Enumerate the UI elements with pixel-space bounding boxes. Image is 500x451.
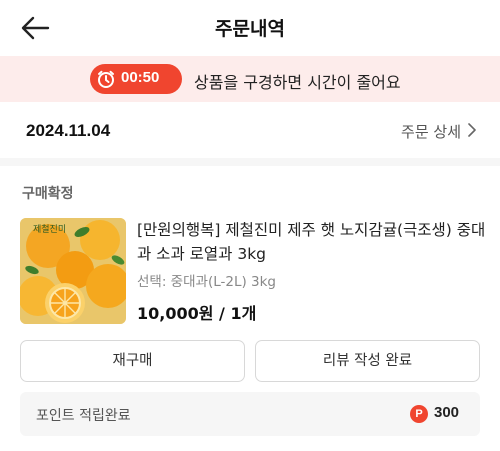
order-detail-label: 주문 상세 bbox=[401, 123, 461, 141]
timer-pill: 00:50 bbox=[90, 64, 182, 94]
banner-message: 상품을 구경하면 시간이 줄어요 bbox=[194, 73, 401, 92]
section-divider bbox=[0, 158, 500, 166]
points-label: 포인트 적립완료 bbox=[36, 408, 131, 424]
order-date: 2024.11.04 bbox=[26, 121, 111, 140]
rebuy-button[interactable]: 재구매 bbox=[20, 340, 245, 382]
stopwatch-icon bbox=[98, 70, 114, 88]
page-title: 주문내역 bbox=[215, 18, 285, 40]
product-name[interactable]: [만원의행복] 제철진미 제주 햇 노지감귤(극조생) 중대과 소과 로열과 3… bbox=[137, 218, 487, 266]
product-image-text: 제철진미 bbox=[33, 224, 66, 235]
points-box: 포인트 적립완료 P 300 bbox=[20, 392, 480, 436]
order-detail-link[interactable]: 주문 상세 bbox=[401, 121, 476, 142]
points-icon: P bbox=[410, 405, 428, 423]
timer-banner[interactable]: 00:50 상품을 구경하면 시간이 줄어요 bbox=[0, 56, 500, 102]
order-status: 구매확정 bbox=[22, 186, 74, 202]
product-price: 10,000원 / 1개 bbox=[137, 304, 257, 323]
tangerine-image: 제철진미 bbox=[20, 218, 126, 324]
product-option: 선택: 중대과(L-2L) 3kg bbox=[137, 274, 277, 290]
chevron-right-icon bbox=[467, 123, 476, 141]
header: 주문내역 bbox=[0, 0, 500, 56]
product-image[interactable]: 제철진미 bbox=[20, 218, 126, 324]
points-value: 300 bbox=[434, 404, 460, 421]
review-complete-button[interactable]: 리뷰 작성 완료 bbox=[255, 340, 480, 382]
timer-value: 00:50 bbox=[121, 69, 160, 86]
